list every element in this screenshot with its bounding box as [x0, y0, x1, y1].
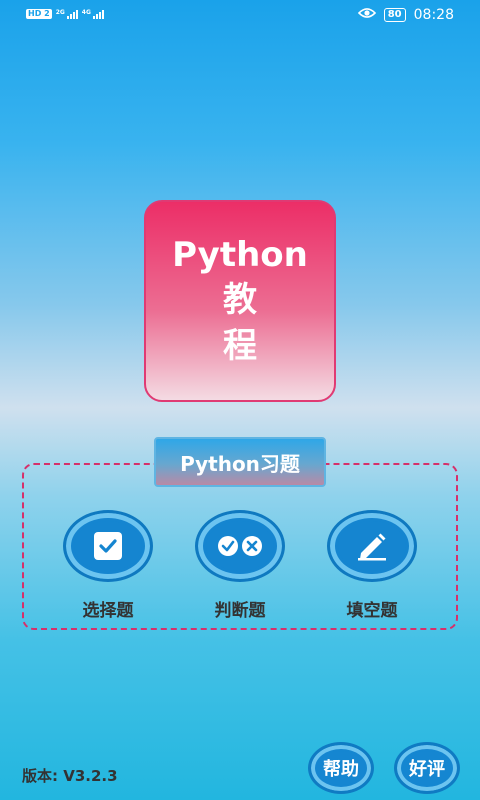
- status-bar: HD 2 2G 4G 80 08:28: [0, 0, 480, 32]
- status-time: 08:28: [413, 7, 454, 23]
- section-label: Python习题: [154, 437, 326, 487]
- check-cross-icon[interactable]: [195, 510, 285, 582]
- multiple-choice-button[interactable]: 选择题: [62, 510, 154, 621]
- pencil-icon[interactable]: [327, 510, 417, 582]
- hd-badge: HD 2: [26, 9, 52, 19]
- status-left: HD 2 2G 4G: [26, 9, 104, 19]
- true-false-button[interactable]: 判断题: [194, 510, 286, 621]
- title-line-python: Python: [172, 235, 308, 275]
- network-type-2: 4G: [81, 8, 91, 16]
- true-false-label[interactable]: 判断题: [194, 596, 286, 621]
- rate-button[interactable]: 好评: [394, 742, 460, 794]
- fill-blank-button[interactable]: 填空题: [326, 510, 418, 621]
- signal-icon-2: 4G: [81, 8, 104, 19]
- title-card: Python 教 程: [144, 200, 336, 402]
- status-right: 80 08:28: [357, 7, 454, 23]
- network-type-1: 2G: [55, 8, 65, 16]
- title-line-jiao: 教: [223, 280, 257, 320]
- battery-icon: 80: [383, 8, 406, 22]
- fill-blank-label[interactable]: 填空题: [326, 596, 418, 621]
- checkbox-icon[interactable]: [63, 510, 153, 582]
- title-line-cheng: 程: [223, 326, 257, 366]
- help-button[interactable]: 帮助: [308, 742, 374, 794]
- signal-icon-1: 2G: [55, 8, 78, 19]
- eye-icon: [357, 7, 376, 23]
- multiple-choice-label[interactable]: 选择题: [62, 596, 154, 621]
- version-text: 版本: V3.2.3: [22, 767, 118, 785]
